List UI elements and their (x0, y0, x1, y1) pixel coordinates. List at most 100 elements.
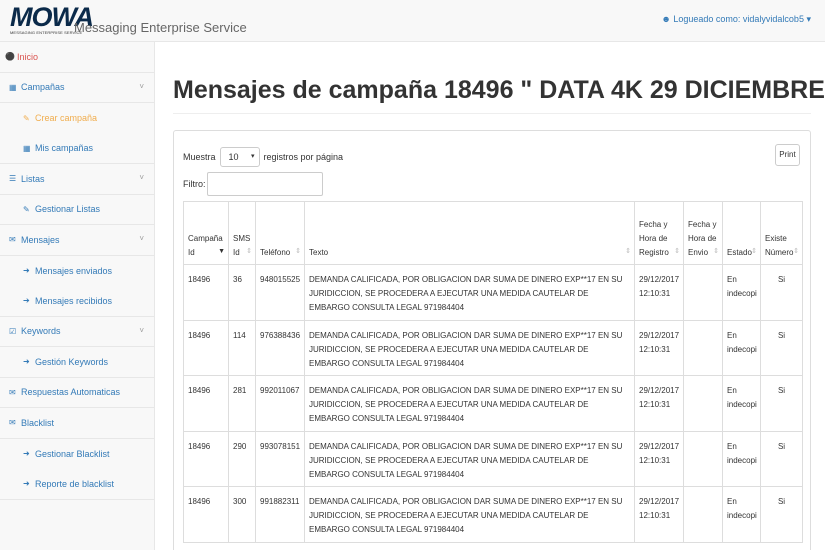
cell-campana-id: 18496 (183, 430, 229, 487)
sidebar-item-mensajes-enviados[interactable]: ➜ Mensajes enviados (0, 256, 154, 287)
sidebar-item-label: Mis campañas (35, 143, 94, 154)
sidebar-item-reporte-blacklist[interactable]: ➜ Reporte de blacklist (0, 469, 154, 500)
cell-telefono: 948015525 (255, 264, 305, 321)
cell-texto: DEMANDA CALIFICADA, POR OBLIGACION DAR S… (304, 375, 635, 432)
cell-sms-id: 36 (228, 264, 256, 321)
cell-texto: DEMANDA CALIFICADA, POR OBLIGACION DAR S… (304, 486, 635, 543)
filter-input[interactable] (206, 172, 323, 196)
sidebar-item-blacklist[interactable]: ✉ Blacklist (0, 408, 154, 439)
sidebar-item-respuestas-automaticas[interactable]: ✉ Respuestas Automaticas (0, 378, 154, 408)
cell-existe-numero: Si (760, 319, 803, 376)
column-header-fecha-envio[interactable]: Fecha y Hora de Envio ⇕ (683, 201, 723, 265)
sidebar-item-mis-campanas[interactable]: ▦ Mis campañas (0, 134, 154, 164)
cell-sms-id: 281 (228, 375, 256, 432)
cell-telefono: 976388436 (255, 319, 305, 376)
sidebar-item-mensajes[interactable]: ✉ Mensajes ˅ (0, 225, 154, 256)
cell-fecha-registro: 29/12/2017 12:10:31 (634, 375, 684, 432)
sign-out-icon: ➜ (23, 479, 30, 489)
sidebar-item-label: Gestión Keywords (35, 356, 109, 367)
table-row: 18496 36 948015525 DEMANDA CALIFICADA, P… (183, 264, 803, 321)
logo-wordmark: MOWA (10, 2, 94, 32)
sidebar-item-label: Crear campaña (35, 113, 98, 124)
caret-down-icon: ▾ (806, 14, 811, 24)
cell-existe-numero: Si (760, 430, 803, 487)
sign-out-icon: ➜ (23, 449, 30, 459)
cell-texto: DEMANDA CALIFICADA, POR OBLIGACION DAR S… (304, 430, 635, 487)
table-row: 18496 300 991882311 DEMANDA CALIFICADA, … (183, 486, 803, 543)
sidebar: ⚫ Inicio ▦ Campañas ˅ ✎ Crear campaña ▦ … (0, 42, 155, 550)
sidebar-item-label: Gestionar Blacklist (35, 448, 110, 459)
table-header-row: Campaña Id ▼ SMS Id ⇕ Teléfono ⇕ Texto ⇕ Fec… (183, 201, 803, 265)
cell-telefono: 993078151 (255, 430, 305, 487)
cell-estado: En indecopi (722, 375, 761, 432)
sort-icon: ⇕ (625, 248, 631, 255)
check-square-icon: ☑ (9, 326, 17, 336)
divider (173, 113, 811, 114)
table-row: 18496 281 992011067 DEMANDA CALIFICADA, … (183, 375, 803, 432)
sort-icon: ⇕ (793, 248, 799, 255)
column-header-estado[interactable]: Estado ⇕ (722, 201, 761, 265)
sidebar-item-crear-campana[interactable]: ✎ Crear campaña (0, 103, 154, 134)
user-icon: ☻ (661, 14, 671, 24)
chevron-down-icon: ˅ (139, 81, 144, 91)
sidebar-item-label: Mensajes enviados (35, 265, 113, 276)
cell-fecha-envio (683, 486, 723, 543)
sidebar-item-label: Listas (21, 173, 45, 184)
column-header-fecha-registro[interactable]: Fecha y Hora de Registro ⇕ (634, 201, 684, 265)
list-icon: ☰ (9, 174, 17, 184)
sidebar-item-gestionar-listas[interactable]: ✎ Gestionar Listas (0, 195, 154, 225)
table-icon: ▦ (9, 82, 17, 92)
sidebar-item-campanas[interactable]: ▦ Campañas ˅ (0, 73, 154, 103)
user-menu[interactable]: ☻ Logueado como: vidalyvidalcob5 ▾ (661, 14, 811, 25)
column-header-existe-numero[interactable]: Existe Número ⇕ (760, 201, 803, 265)
chevron-down-icon: ˅ (139, 173, 144, 182)
column-header-sms-id[interactable]: SMS Id ⇕ (228, 201, 256, 265)
column-header-texto[interactable]: Texto ⇕ (304, 201, 635, 265)
sort-icon: ⇕ (713, 248, 719, 255)
table-row: 18496 290 993078151 DEMANDA CALIFICADA, … (183, 430, 803, 487)
sort-icon: ⇕ (295, 248, 301, 255)
cell-campana-id: 18496 (183, 375, 229, 432)
page-length-select[interactable]: 10 ▾ (219, 147, 260, 167)
filter-control: Filtro: (183, 172, 323, 196)
cell-existe-numero: Si (760, 264, 803, 321)
cell-fecha-registro: 29/12/2017 12:10:31 (634, 264, 684, 321)
envelope-icon: ✉ (9, 387, 16, 397)
sidebar-item-label: Blacklist (21, 417, 55, 428)
cell-campana-id: 18496 (183, 486, 229, 543)
sidebar-item-gestion-keywords[interactable]: ➜ Gestión Keywords (0, 347, 154, 378)
cell-sms-id: 114 (228, 319, 256, 376)
brand-title[interactable]: Messaging Enterprise Service (74, 20, 247, 35)
cell-fecha-registro: 29/12/2017 12:10:31 (634, 319, 684, 376)
page-length-value: 10 (228, 152, 239, 162)
envelope-icon: ✉ (9, 418, 16, 428)
length-prefix: Muestra (183, 152, 216, 162)
cell-telefono: 992011067 (255, 375, 305, 432)
sidebar-item-mensajes-recibidos[interactable]: ➔ Mensajes recibidos (0, 286, 154, 317)
filter-label: Filtro: (183, 179, 206, 189)
sidebar-item-listas[interactable]: ☰ Listas ˅ (0, 164, 154, 195)
cell-estado: En indecopi (722, 430, 761, 487)
table-icon: ▦ (23, 143, 31, 153)
cell-estado: En indecopi (722, 319, 761, 376)
sidebar-item-inicio[interactable]: ⚫ Inicio (0, 42, 154, 73)
cell-fecha-envio (683, 264, 723, 321)
sign-in-icon: ➔ (23, 296, 30, 306)
sign-out-icon: ➜ (23, 357, 30, 367)
cell-sms-id: 290 (228, 430, 256, 487)
mowa-logo[interactable]: MOWA MESSAGING ENTERPRISE SERVICE (10, 2, 94, 37)
length-suffix: registros por página (263, 152, 344, 162)
user-label: Logueado como: vidalyvidalcob5 (673, 14, 804, 24)
cell-existe-numero: Si (760, 375, 803, 432)
column-header-campana-id[interactable]: Campaña Id ▼ (183, 201, 229, 265)
sign-out-icon: ➜ (23, 266, 30, 276)
print-button[interactable]: Print (775, 144, 800, 166)
cell-fecha-envio (683, 319, 723, 376)
sidebar-item-label: Respuestas Automaticas (21, 387, 121, 398)
column-header-telefono[interactable]: Teléfono ⇕ (255, 201, 305, 265)
home-icon: ⚫ (5, 52, 15, 62)
chevron-down-icon: ˅ (139, 234, 144, 243)
sidebar-item-keywords[interactable]: ☑ Keywords ˅ (0, 317, 154, 347)
messages-table: Campaña Id ▼ SMS Id ⇕ Teléfono ⇕ Texto ⇕ Fec… (183, 201, 803, 543)
sidebar-item-gestionar-blacklist[interactable]: ➜ Gestionar Blacklist (0, 439, 154, 470)
